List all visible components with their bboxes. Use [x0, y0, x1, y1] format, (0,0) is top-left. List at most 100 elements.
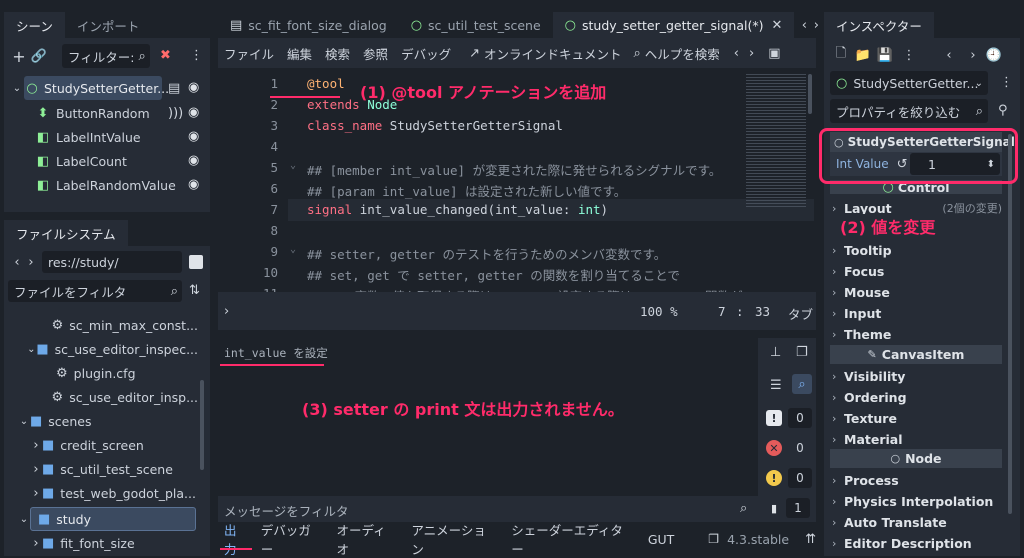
- editor-message-icon[interactable]: ▮: [766, 500, 782, 516]
- menu-debug[interactable]: デバッグ: [401, 44, 451, 63]
- visibility-icon[interactable]: ◉: [188, 105, 199, 120]
- collapse-icon[interactable]: ☰: [770, 378, 782, 393]
- add-node-icon[interactable]: +: [10, 47, 28, 66]
- tab-filesystem[interactable]: ファイルシステム: [4, 220, 128, 246]
- chevron-right-icon[interactable]: ›: [30, 438, 42, 453]
- inspector-group[interactable]: › Editor Description: [832, 533, 1002, 553]
- chevron-right-icon[interactable]: ›: [962, 48, 984, 63]
- tab-gut[interactable]: GUT: [648, 532, 674, 547]
- menu-dots-icon[interactable]: ⋮: [190, 48, 203, 63]
- menu-search[interactable]: 検索: [325, 44, 350, 63]
- visibility-icon[interactable]: ◉: [188, 153, 199, 168]
- panel-icon[interactable]: ▣: [768, 46, 780, 61]
- save-icon[interactable]: 💾: [874, 48, 896, 63]
- copy-icon[interactable]: ❐: [796, 345, 808, 360]
- script-icon[interactable]: ▤: [168, 81, 180, 96]
- fs-item[interactable]: ⌄ ■ sc_use_editor_inspec...: [8, 338, 198, 360]
- inspector-group[interactable]: › Ordering: [832, 387, 1002, 407]
- node-section[interactable]: ○ Node: [830, 449, 1002, 468]
- chevron-left-icon[interactable]: ‹: [798, 18, 810, 33]
- menu-edit[interactable]: 編集: [287, 44, 312, 63]
- inspector-group[interactable]: › Texture: [832, 408, 1002, 428]
- inspector-group[interactable]: › Theme: [832, 324, 1002, 344]
- chevron-right-icon[interactable]: ›: [30, 536, 42, 551]
- inspector-group[interactable]: › Input: [832, 303, 1002, 323]
- inspector-group[interactable]: › Physics Interpolation: [832, 491, 1002, 511]
- chevron-right-icon[interactable]: ›: [24, 255, 38, 270]
- inspector-group[interactable]: › Visibility: [832, 366, 1002, 386]
- property-filter-input[interactable]: プロパティを絞り込む ⌕: [830, 99, 988, 123]
- fs-item[interactable]: › ■ sc_util_test_scene: [8, 458, 198, 480]
- chevron-right-icon[interactable]: ›: [30, 486, 42, 501]
- tab-scene[interactable]: シーン: [4, 12, 65, 38]
- sort-icon[interactable]: ⇅: [189, 283, 200, 298]
- scene-filter-input[interactable]: フィルター: ⌕: [62, 44, 150, 68]
- scene-tree-root[interactable]: ⌄ ○ StudySetterGetter...: [10, 76, 169, 100]
- chevron-left-icon[interactable]: ‹: [10, 255, 24, 270]
- chevron-left-icon[interactable]: ‹: [734, 46, 739, 61]
- chevron-left-icon[interactable]: ‹: [936, 48, 962, 63]
- warning-icon[interactable]: !: [766, 470, 782, 486]
- chevron-down-icon[interactable]: ⌄: [18, 514, 30, 525]
- copy-icon[interactable]: ❐: [708, 532, 719, 546]
- fs-item[interactable]: ⚙ sc_min_max_const...: [8, 314, 198, 336]
- message-icon[interactable]: !: [766, 410, 782, 426]
- zoom-level[interactable]: 100 %: [640, 304, 678, 319]
- fs-path-input[interactable]: res://study/: [42, 251, 182, 273]
- visibility-icon[interactable]: ◉: [188, 80, 199, 95]
- output-filter-input[interactable]: メッセージをフィルタ: [224, 501, 349, 520]
- tab-inspector[interactable]: インスペクター: [824, 12, 934, 38]
- menu-dots-icon[interactable]: ⋮: [896, 48, 922, 63]
- tab-import[interactable]: インポート: [65, 12, 152, 38]
- fs-item[interactable]: ⚙ plugin.cfg: [8, 362, 198, 384]
- chevron-right-icon[interactable]: ›: [749, 46, 754, 61]
- fs-item[interactable]: › ■ credit_screen: [8, 434, 198, 456]
- inspector-group[interactable]: › Focus: [832, 261, 1002, 281]
- visibility-icon[interactable]: ◉: [188, 129, 199, 144]
- fold-arrow-icon[interactable]: ⌄: [290, 160, 296, 171]
- fs-item[interactable]: ⚙ sc_use_editor_insp...: [8, 386, 198, 408]
- inspector-group[interactable]: › Material: [832, 429, 1002, 449]
- close-icon[interactable]: ✕: [772, 18, 783, 33]
- fs-layout-toggle[interactable]: [189, 255, 203, 269]
- open-folder-icon[interactable]: 📁: [852, 48, 874, 63]
- settings-icon[interactable]: ⚲: [998, 103, 1008, 118]
- fs-scrollbar[interactable]: [200, 380, 204, 470]
- online-docs-button[interactable]: オンラインドキュメント: [484, 44, 622, 63]
- editor-tab[interactable]: ▤ sc_fit_font_size_dialog: [218, 12, 399, 38]
- expand-panel-icon[interactable]: ⇈: [805, 532, 816, 547]
- inspector-group[interactable]: › Auto Translate: [832, 512, 1002, 532]
- fold-arrow-icon[interactable]: ⌄: [290, 244, 296, 255]
- fs-item[interactable]: › ■ fit_font_size: [8, 532, 198, 554]
- fs-item[interactable]: ⌄ ■ scenes: [8, 410, 198, 432]
- script-remove-icon[interactable]: ✖: [160, 48, 171, 63]
- inspector-node-selector[interactable]: ○ StudySetterGetter... ⌄: [830, 71, 988, 95]
- editor-tab-active[interactable]: ○ study_setter_getter_signal(*) ✕: [552, 12, 795, 38]
- visibility-icon[interactable]: ◉: [188, 177, 199, 192]
- menu-goto[interactable]: 参照: [363, 44, 388, 63]
- inspector-group[interactable]: › Mouse: [832, 282, 1002, 302]
- scene-tree-item[interactable]: ◧ LabelIntValue: [36, 125, 141, 149]
- new-resource-icon[interactable]: 🗋: [830, 44, 852, 66]
- chevron-down-icon[interactable]: ⌄: [18, 416, 30, 427]
- scene-tree-item[interactable]: ⬍ ButtonRandom: [36, 101, 150, 125]
- fs-filter-input[interactable]: ファイルをフィルタ ⌕: [8, 280, 182, 302]
- history-icon[interactable]: 🕘: [984, 48, 1004, 63]
- editor-tab[interactable]: ○ sc_util_test_scene: [399, 12, 553, 38]
- scene-tree-item[interactable]: ◧ LabelRandomValue: [36, 173, 176, 197]
- inspector-group[interactable]: › Process: [832, 470, 1002, 490]
- canvasitem-section[interactable]: ✎ CanvasItem: [830, 345, 1002, 364]
- scene-tree-item[interactable]: ◧ LabelCount: [36, 149, 127, 173]
- tab-output[interactable]: 出力: [224, 520, 249, 558]
- search-toggle[interactable]: ⌕: [792, 374, 812, 394]
- tab-shader-editor[interactable]: シェーダーエディター: [511, 520, 634, 558]
- chevron-right-icon[interactable]: ›: [30, 462, 42, 477]
- menu-dots-icon[interactable]: ⋮: [1000, 75, 1013, 90]
- chevron-right-icon[interactable]: ›: [810, 18, 822, 33]
- clear-icon[interactable]: ⊥: [770, 345, 781, 360]
- chevron-down-icon[interactable]: ⌄: [10, 83, 24, 94]
- minimap[interactable]: [744, 72, 806, 212]
- fs-item[interactable]: › ■ test_web_godot_pla...: [8, 482, 198, 504]
- code-scrollbar[interactable]: [808, 74, 812, 114]
- tab-animation[interactable]: アニメーション: [411, 520, 497, 558]
